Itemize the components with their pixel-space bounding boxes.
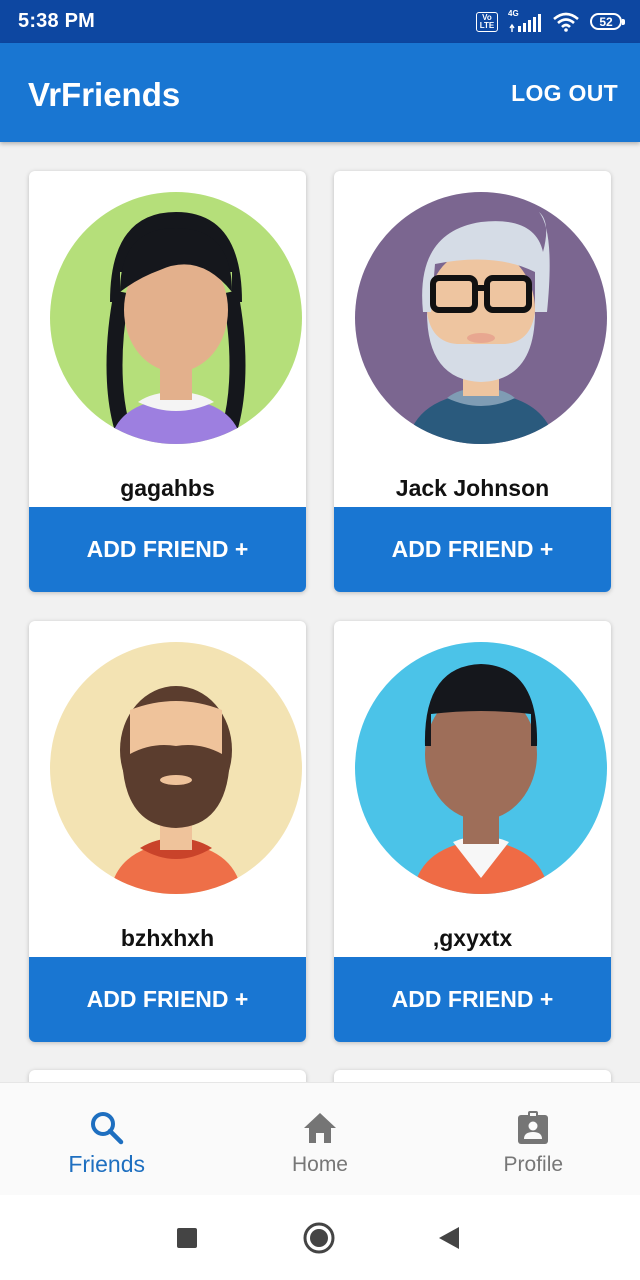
dark-skin-man-avatar [355, 642, 607, 894]
system-navigation-bar [0, 1195, 640, 1280]
old-man-glasses-avatar [355, 192, 607, 444]
network-type: 4G [508, 8, 519, 18]
battery-icon: 52 [590, 13, 625, 30]
friends-grid: gagahbs ADD FRIEND + Jack Johnson ADD FR… [0, 142, 640, 1082]
wifi-icon [553, 12, 579, 32]
friend-name: gagahbs [120, 475, 215, 501]
friend-name: bzhxhxh [120, 925, 215, 951]
nav-home[interactable]: Home [213, 1083, 426, 1196]
volte-icon: Vo LTE [476, 11, 498, 32]
logout-button[interactable]: LOG OUT [511, 80, 618, 107]
search-icon [90, 1112, 123, 1145]
status-time: 5:38 PM [18, 10, 95, 32]
nav-friends[interactable]: Friends [0, 1083, 213, 1196]
app-title: VrFriends [28, 76, 181, 113]
add-friend-button[interactable]: ADD FRIEND + [29, 957, 306, 1042]
nav-label: Home [291, 1153, 348, 1176]
nav-label: Profile [503, 1153, 564, 1176]
app-bar: VrFriends LOG OUT [0, 43, 640, 142]
girl-braids-avatar [50, 192, 302, 444]
bearded-man-avatar [50, 642, 302, 894]
add-friend-button[interactable]: ADD FRIEND + [29, 507, 306, 592]
friend-name: ,gxyxtx [432, 925, 513, 951]
status-bar: 5:38 PM Vo LTE 4G 52 [0, 0, 640, 43]
home-icon [303, 1113, 336, 1143]
add-friend-button[interactable]: ADD FRIEND + [334, 507, 611, 592]
home-button[interactable] [303, 1222, 335, 1254]
add-friend-button[interactable]: ADD FRIEND + [334, 957, 611, 1042]
back-button[interactable] [438, 1226, 460, 1250]
friend-card: Jack Johnson ADD FRIEND + [334, 171, 611, 592]
friend-card-partial [334, 1070, 611, 1082]
friend-card-partial [29, 1070, 306, 1082]
recent-apps-button[interactable] [176, 1227, 198, 1249]
friend-card: ,gxyxtx ADD FRIEND + [334, 621, 611, 1042]
profile-badge-icon [518, 1111, 549, 1144]
nav-label: Friends [68, 1151, 146, 1177]
nav-profile[interactable]: Profile [427, 1083, 640, 1196]
friend-card: bzhxhxh ADD FRIEND + [29, 621, 306, 1042]
signal-icon: 4G [508, 8, 542, 32]
friend-name: Jack Johnson [395, 475, 550, 501]
status-icons: Vo LTE 4G 52 [476, 8, 625, 32]
friend-card: gagahbs ADD FRIEND + [29, 171, 306, 592]
bottom-navigation: Friends Home Profile [0, 1082, 640, 1196]
